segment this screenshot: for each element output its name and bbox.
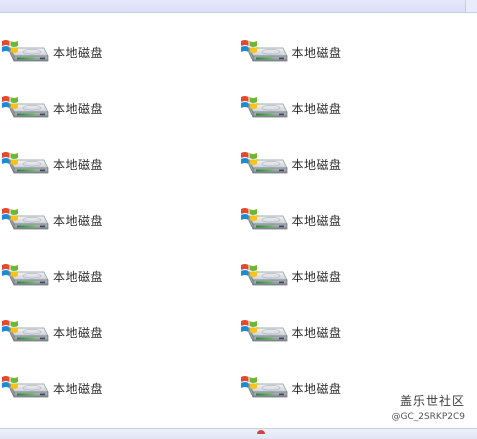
drive-item[interactable]: 本地磁盘 [239,254,477,298]
drive-label: 本地磁盘 [291,157,342,172]
drive-item[interactable]: 本地磁盘 [0,198,239,242]
drive-row: 本地磁盘 本地磁盘 [0,304,477,360]
local-disk-windows-icon [0,372,50,404]
drive-item[interactable]: 本地磁盘 [0,142,239,186]
local-disk-windows-icon [239,372,289,404]
watermark-handle: @GC_2SRKP2C9 [391,412,465,422]
local-disk-windows-icon [0,92,50,124]
watermark: 盖乐世社区 @GC_2SRKP2C9 [389,393,467,425]
drive-row: 本地磁盘 本地磁盘 [0,248,477,304]
drive-item[interactable]: 本地磁盘 [0,86,239,130]
drive-label: 本地磁盘 [291,269,342,284]
drive-label: 本地磁盘 [291,381,342,396]
drive-label: 本地磁盘 [53,45,104,60]
explorer-window: 本地磁盘 本地磁盘 本地磁盘 本地磁盘 本地磁盘 本地磁盘 本地磁盘 本地磁盘 … [0,0,477,439]
drive-item[interactable]: 本地磁盘 [0,310,239,354]
drive-item[interactable]: 本地磁盘 [0,30,239,74]
local-disk-windows-icon [239,204,289,236]
drive-label: 本地磁盘 [291,101,342,116]
status-bar [0,428,477,439]
local-disk-windows-icon [0,36,50,68]
local-disk-windows-icon [239,92,289,124]
drive-row: 本地磁盘 本地磁盘 [0,24,477,80]
drive-item[interactable]: 本地磁盘 [239,30,477,74]
drive-label: 本地磁盘 [291,45,342,60]
drive-item[interactable]: 本地磁盘 [0,254,239,298]
drive-label: 本地磁盘 [53,101,104,116]
drive-label: 本地磁盘 [53,269,104,284]
local-disk-windows-icon [239,316,289,348]
drive-label: 本地磁盘 [291,325,342,340]
title-bar [0,0,477,13]
drive-label: 本地磁盘 [53,157,104,172]
drive-item[interactable]: 本地磁盘 [239,142,477,186]
scrollbar-corner [465,0,477,12]
drive-label: 本地磁盘 [291,213,342,228]
drive-row: 本地磁盘 本地磁盘 [0,80,477,136]
drive-label: 本地磁盘 [53,381,104,396]
drive-item[interactable]: 本地磁盘 [239,310,477,354]
local-disk-windows-icon [0,260,50,292]
drive-item[interactable]: 本地磁盘 [239,198,477,242]
local-disk-windows-icon [239,260,289,292]
drive-item[interactable]: 本地磁盘 [239,86,477,130]
drive-label: 本地磁盘 [53,213,104,228]
drive-grid: 本地磁盘 本地磁盘 本地磁盘 本地磁盘 本地磁盘 本地磁盘 本地磁盘 本地磁盘 … [0,24,477,428]
drive-row: 本地磁盘 本地磁盘 [0,136,477,192]
local-disk-windows-icon [239,36,289,68]
local-disk-windows-icon [0,148,50,180]
local-disk-windows-icon [0,316,50,348]
partial-icon-edge [257,430,265,434]
local-disk-windows-icon [239,148,289,180]
local-disk-windows-icon [0,204,50,236]
drive-item[interactable]: 本地磁盘 [0,366,239,410]
watermark-name: 盖乐世社区 [399,394,465,408]
drive-row: 本地磁盘 本地磁盘 [0,192,477,248]
drive-label: 本地磁盘 [53,325,104,340]
